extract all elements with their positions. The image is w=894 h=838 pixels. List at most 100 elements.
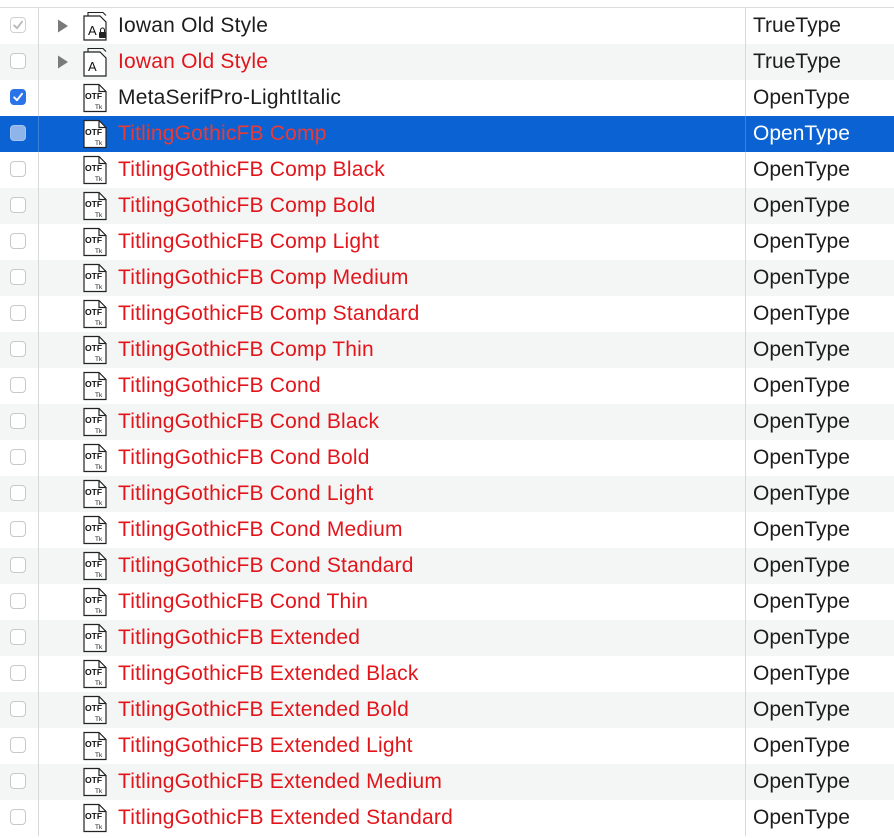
font-kind: OpenType: [745, 152, 894, 188]
svg-text:OTF: OTF: [85, 379, 102, 389]
table-row[interactable]: OTF Tk TitlingGothicFB Comp OpenType: [0, 116, 894, 152]
table-row[interactable]: A Iowan Old Style TrueType: [0, 44, 894, 80]
font-kind: OpenType: [745, 440, 894, 476]
enable-checkbox[interactable]: [10, 629, 26, 645]
table-row[interactable]: OTF Tk TitlingGothicFB Cond Medium OpenType: [0, 512, 894, 548]
table-row[interactable]: OTF Tk TitlingGothicFB Extended Bold OpenTy…: [0, 692, 894, 728]
font-kind: OpenType: [745, 512, 894, 548]
enable-column-cell: [0, 296, 39, 332]
enable-checkbox[interactable]: [10, 233, 26, 249]
otf-file-icon: OTF Tk: [80, 623, 110, 653]
svg-text:Tk: Tk: [95, 104, 103, 111]
disclosure-triangle-icon[interactable]: [57, 19, 69, 33]
svg-text:OTF: OTF: [85, 127, 102, 137]
enable-checkbox[interactable]: [10, 665, 26, 681]
svg-text:OTF: OTF: [85, 451, 102, 461]
table-row[interactable]: OTF Tk TitlingGothicFB Cond Thin OpenType: [0, 584, 894, 620]
font-name: TitlingGothicFB Comp Light: [118, 230, 380, 253]
table-row[interactable]: OTF Tk TitlingGothicFB Cond Light OpenType: [0, 476, 894, 512]
enable-column-cell: [0, 440, 39, 476]
svg-text:Tk: Tk: [95, 752, 103, 759]
svg-text:OTF: OTF: [85, 199, 102, 209]
svg-text:Tk: Tk: [95, 824, 103, 831]
enable-checkbox[interactable]: [10, 809, 26, 825]
font-kind: OpenType: [745, 620, 894, 656]
font-kind: OpenType: [745, 116, 894, 152]
font-name: TitlingGothicFB Cond Thin: [118, 590, 369, 613]
svg-text:OTF: OTF: [85, 487, 102, 497]
svg-text:Tk: Tk: [95, 212, 103, 219]
table-row[interactable]: OTF Tk TitlingGothicFB Comp Light OpenType: [0, 224, 894, 260]
enable-checkbox[interactable]: [10, 449, 26, 465]
font-list-table: A Iowan Old Style TrueType A Iowan Old Style…: [0, 7, 894, 836]
table-row[interactable]: OTF Tk TitlingGothicFB Comp Black OpenType: [0, 152, 894, 188]
table-row[interactable]: OTF Tk TitlingGothicFB Extended Standard Op…: [0, 800, 894, 836]
enable-checkbox[interactable]: [10, 341, 26, 357]
enable-checkbox[interactable]: [10, 125, 26, 141]
enable-checkbox[interactable]: [10, 89, 26, 105]
svg-text:Tk: Tk: [95, 176, 103, 183]
enable-checkbox[interactable]: [10, 413, 26, 429]
enable-checkbox[interactable]: [10, 593, 26, 609]
otf-file-icon: OTF Tk: [80, 335, 110, 365]
font-kind: OpenType: [745, 800, 894, 836]
svg-text:OTF: OTF: [85, 811, 102, 821]
enable-checkbox[interactable]: [10, 773, 26, 789]
font-name: TitlingGothicFB Extended Standard: [118, 806, 454, 829]
table-row[interactable]: OTF Tk TitlingGothicFB Extended OpenType: [0, 620, 894, 656]
enable-checkbox[interactable]: [10, 305, 26, 321]
font-name: TitlingGothicFB Extended Medium: [118, 770, 443, 793]
font-kind: OpenType: [745, 80, 894, 116]
enable-checkbox[interactable]: [10, 485, 26, 501]
disclosure-triangle-icon[interactable]: [57, 55, 69, 69]
font-name: TitlingGothicFB Comp Thin: [118, 338, 374, 361]
font-kind: OpenType: [745, 548, 894, 584]
svg-text:OTF: OTF: [85, 163, 102, 173]
table-row[interactable]: OTF Tk TitlingGothicFB Extended Medium Open…: [0, 764, 894, 800]
font-name: TitlingGothicFB Comp Medium: [118, 266, 409, 289]
enable-checkbox[interactable]: [10, 377, 26, 393]
otf-file-icon: OTF Tk: [80, 119, 110, 149]
table-row[interactable]: OTF Tk TitlingGothicFB Comp Bold OpenType: [0, 188, 894, 224]
enable-checkbox[interactable]: [10, 269, 26, 285]
otf-file-icon: OTF Tk: [80, 83, 110, 113]
font-kind: OpenType: [745, 656, 894, 692]
svg-text:Tk: Tk: [95, 716, 103, 723]
table-row[interactable]: OTF Tk TitlingGothicFB Comp Standard OpenTy…: [0, 296, 894, 332]
otf-file-icon: OTF Tk: [80, 587, 110, 617]
table-row[interactable]: OTF Tk TitlingGothicFB Extended Black OpenT…: [0, 656, 894, 692]
table-row[interactable]: OTF Tk TitlingGothicFB Cond Bold OpenType: [0, 440, 894, 476]
table-row[interactable]: A Iowan Old Style TrueType: [0, 8, 894, 44]
font-kind: OpenType: [745, 764, 894, 800]
table-row[interactable]: OTF Tk TitlingGothicFB Cond Standard OpenTy…: [0, 548, 894, 584]
svg-text:Tk: Tk: [95, 140, 103, 147]
font-collection-locked-icon: A: [80, 11, 110, 41]
enable-checkbox[interactable]: [10, 701, 26, 717]
table-row[interactable]: OTF Tk TitlingGothicFB Cond Black OpenType: [0, 404, 894, 440]
enable-column-cell: [0, 332, 39, 368]
table-row[interactable]: OTF Tk TitlingGothicFB Extended Light OpenT…: [0, 728, 894, 764]
enable-column-cell: [0, 476, 39, 512]
font-kind: OpenType: [745, 404, 894, 440]
enable-checkbox[interactable]: [10, 53, 26, 69]
svg-text:OTF: OTF: [85, 667, 102, 677]
enable-column-cell: [0, 620, 39, 656]
font-kind: OpenType: [745, 368, 894, 404]
table-row[interactable]: OTF Tk TitlingGothicFB Cond OpenType: [0, 368, 894, 404]
enable-column-cell: [0, 764, 39, 800]
enable-checkbox[interactable]: [10, 521, 26, 537]
svg-text:A: A: [88, 59, 97, 74]
enable-checkbox[interactable]: [10, 161, 26, 177]
enable-checkbox[interactable]: [10, 737, 26, 753]
enable-column-cell: [0, 80, 39, 116]
enable-checkbox[interactable]: [10, 17, 26, 33]
enable-column-cell: [0, 800, 39, 836]
font-name: TitlingGothicFB Comp Bold: [118, 194, 376, 217]
table-row[interactable]: OTF Tk MetaSerifPro-LightItalic OpenType: [0, 80, 894, 116]
table-row[interactable]: OTF Tk TitlingGothicFB Comp Thin OpenType: [0, 332, 894, 368]
svg-text:OTF: OTF: [85, 343, 102, 353]
enable-checkbox[interactable]: [10, 197, 26, 213]
table-row[interactable]: OTF Tk TitlingGothicFB Comp Medium OpenType: [0, 260, 894, 296]
enable-checkbox[interactable]: [10, 557, 26, 573]
font-name: TitlingGothicFB Cond: [118, 374, 321, 397]
